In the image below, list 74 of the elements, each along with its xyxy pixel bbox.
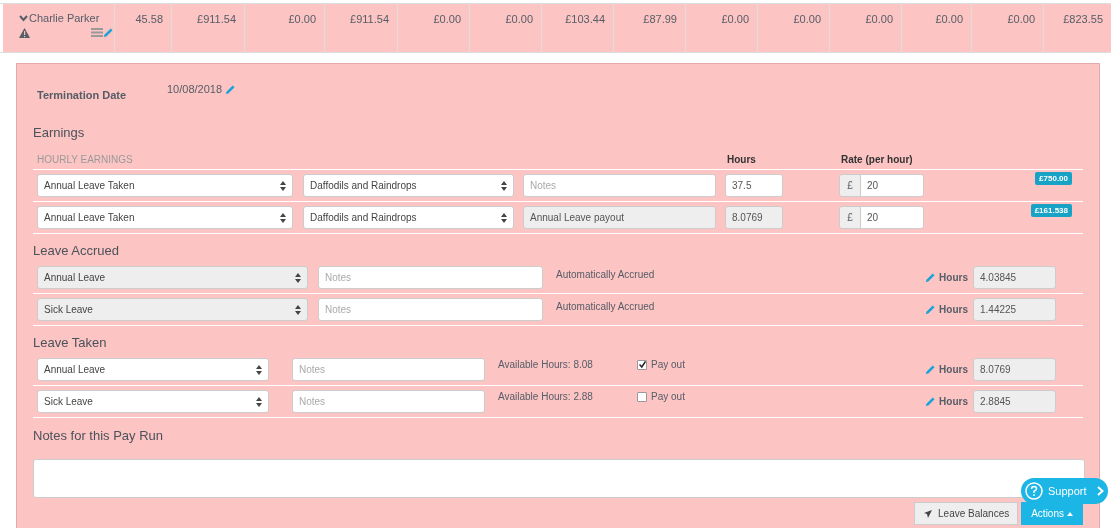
caret-up-icon <box>1067 511 1073 516</box>
table-cell: £0.00 <box>245 4 325 52</box>
updown-caret-icon <box>501 180 507 191</box>
pencil-icon[interactable] <box>925 272 937 283</box>
table-cell-text: £823.55 <box>1062 12 1104 27</box>
employee-name[interactable]: Charlie Parker <box>29 12 100 24</box>
notes-field[interactable]: Notes <box>292 390 485 413</box>
pencil-icon[interactable] <box>225 83 237 95</box>
hours-label: Hours <box>939 304 968 315</box>
table-cell: £0.00 <box>902 4 972 52</box>
notes-field[interactable]: Notes <box>318 266 543 289</box>
pencil-icon[interactable] <box>925 304 937 315</box>
table-cell: £0.00 <box>470 4 542 52</box>
help-icon <box>1025 482 1043 500</box>
accrual-status: Automatically Accrued <box>556 269 655 280</box>
amount-badge: £750.00 <box>1035 172 1072 185</box>
field-label: Termination Date <box>37 89 128 101</box>
table-cell: £0.00 <box>398 4 470 52</box>
checkbox[interactable] <box>637 391 647 402</box>
hours-label: Hours <box>939 272 968 283</box>
check-icon <box>638 361 646 368</box>
notes-field[interactable]: Notes <box>318 298 543 321</box>
checkbox[interactable] <box>637 359 647 370</box>
dropdown[interactable]: Annual Leave Taken <box>37 174 293 197</box>
section-heading: Notes for this Pay Run <box>33 428 164 443</box>
leave-balances-button[interactable]: Leave Balances <box>914 502 1019 525</box>
notes-field[interactable]: Notes <box>292 358 485 381</box>
table-cell: 45.58 <box>115 4 172 52</box>
updown-caret-icon <box>295 304 301 315</box>
section-heading: Leave Accrued <box>33 243 119 258</box>
section-heading: Earnings <box>33 125 86 140</box>
updown-caret-icon <box>501 212 507 223</box>
section-heading: Leave Taken <box>33 335 107 350</box>
payout-label: Pay out <box>651 391 685 402</box>
chevron-down-icon[interactable] <box>19 14 28 22</box>
payout-label: Pay out <box>651 359 685 370</box>
accrual-status: Automatically Accrued <box>556 301 655 312</box>
table-cell: £0.00 <box>686 4 758 52</box>
chevron-right-icon <box>1097 486 1104 496</box>
updown-caret-icon <box>295 272 301 283</box>
table-cell: £87.99 <box>614 4 686 52</box>
column-heading: Rate (per hour) <box>841 153 913 165</box>
amount-badge: £161.538 <box>1030 204 1072 217</box>
notes-textarea[interactable] <box>33 459 1085 498</box>
list-icon[interactable] <box>91 28 103 37</box>
subsection-label: HOURLY EARNINGS <box>37 153 133 165</box>
notes-field[interactable]: Notes <box>523 174 716 197</box>
table-cell: £0.00 <box>972 4 1044 52</box>
dropdown[interactable]: Daffodils and Raindrops <box>303 174 514 197</box>
updown-caret-icon <box>280 212 286 223</box>
termination-date: 10/08/2018 <box>167 83 223 95</box>
hours-field[interactable]: 37.5 <box>725 174 783 197</box>
table-cell: £0.00 <box>830 4 902 52</box>
pencil-icon[interactable] <box>103 27 114 38</box>
pencil-icon[interactable] <box>925 396 937 407</box>
hours-label: Hours <box>939 364 968 375</box>
rate-field[interactable]: £ 20 <box>839 206 924 229</box>
pencil-icon[interactable] <box>925 364 937 375</box>
table-cell: £911.54 <box>172 4 245 52</box>
table-cell: £103.44 <box>542 4 614 52</box>
column-heading: Hours <box>727 153 757 165</box>
table-cell: £0.00 <box>758 4 830 52</box>
available-hours: Available Hours: 8.08 <box>498 359 593 370</box>
updown-caret-icon <box>256 364 262 375</box>
updown-caret-icon <box>280 180 286 191</box>
updown-caret-icon <box>256 396 262 407</box>
hours-label: Hours <box>939 396 968 407</box>
available-hours: Available Hours: 2.88 <box>498 391 593 402</box>
table-cell: £911.54 <box>325 4 398 52</box>
dropdown[interactable]: Sick Leave <box>37 390 269 413</box>
dropdown[interactable]: Annual Leave <box>37 358 269 381</box>
dropdown[interactable]: Annual Leave Taken <box>37 206 293 229</box>
rate-field[interactable]: £ 20 <box>839 174 924 197</box>
dropdown[interactable]: Daffodils and Raindrops <box>303 206 514 229</box>
